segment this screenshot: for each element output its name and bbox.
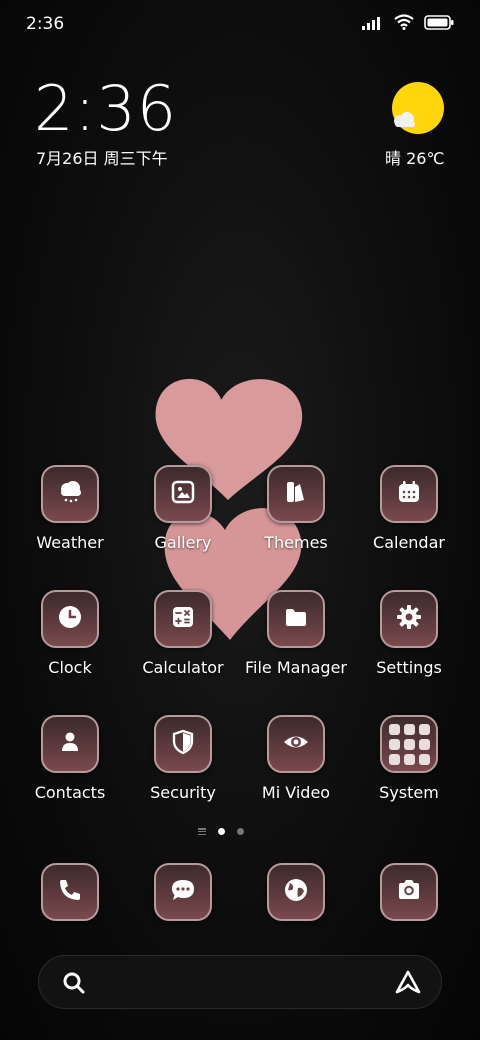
app-clock[interactable]: Clock [15, 590, 125, 677]
app-settings[interactable]: Settings [354, 590, 464, 677]
app-label: File Manager [245, 658, 347, 677]
gallery-icon [170, 479, 196, 509]
app-mi-video[interactable]: Mi Video [241, 715, 351, 802]
app-label: Calendar [373, 533, 445, 552]
app-label: Calculator [142, 658, 224, 677]
folder-icon [283, 604, 309, 634]
app-label: Weather [36, 533, 104, 552]
dock-messages[interactable] [128, 863, 238, 921]
app-security[interactable]: Security [128, 715, 238, 802]
battery-icon [424, 14, 454, 34]
shield-icon [170, 729, 196, 759]
app-label: Security [150, 783, 216, 802]
dock-phone[interactable] [15, 863, 125, 921]
home-screen: 2:36 2:36 7月26日 周三下午 晴 26℃ Weather Galle… [0, 0, 480, 1040]
app-calendar[interactable]: Calendar [354, 465, 464, 552]
clock-widget-date[interactable]: 7月26日 周三下午 [36, 145, 168, 169]
chat-icon [169, 876, 197, 908]
folder-grid-icon [388, 723, 430, 765]
dock-browser[interactable] [241, 863, 351, 921]
camera-icon [395, 876, 423, 908]
weather-summary[interactable]: 晴 26℃ [385, 145, 444, 169]
page-dot[interactable] [237, 828, 244, 835]
app-label: Settings [376, 658, 442, 677]
app-label: Mi Video [261, 783, 331, 802]
app-label: System [379, 783, 439, 802]
clock-icon [56, 603, 84, 635]
page-dot-active[interactable] [218, 828, 225, 835]
app-file-manager[interactable]: File Manager [241, 590, 351, 677]
themes-icon [283, 479, 309, 509]
search-bar[interactable] [38, 955, 442, 1009]
status-icons [362, 14, 454, 34]
cloud-icon [392, 112, 418, 128]
app-label: Clock [48, 658, 92, 677]
assistant-icon[interactable] [393, 968, 423, 1002]
calendar-icon [396, 479, 422, 509]
calculator-icon [170, 604, 196, 634]
search-icon[interactable] [61, 970, 87, 1000]
app-weather[interactable]: Weather [15, 465, 125, 552]
weather-icon [56, 478, 84, 510]
app-themes[interactable]: Themes [241, 465, 351, 552]
app-contacts[interactable]: Contacts [15, 715, 125, 802]
app-list-indicator[interactable] [198, 828, 206, 835]
phone-icon [57, 877, 83, 907]
eye-icon [282, 728, 310, 760]
app-system-folder[interactable]: System [354, 715, 464, 802]
clock-widget-time[interactable]: 2:36 [34, 72, 177, 145]
wifi-icon [394, 14, 414, 34]
app-label: Themes [264, 533, 328, 552]
dock-camera[interactable] [354, 863, 464, 921]
globe-icon [282, 876, 310, 908]
app-gallery[interactable]: Gallery [128, 465, 238, 552]
gear-icon [395, 603, 423, 635]
app-label: Contacts [34, 783, 106, 802]
status-time: 2:36 [26, 14, 65, 34]
contact-icon [57, 729, 83, 759]
signal-icon [362, 15, 384, 34]
page-indicator[interactable] [198, 828, 244, 835]
app-label: Gallery [154, 533, 212, 552]
app-calculator[interactable]: Calculator [128, 590, 238, 677]
